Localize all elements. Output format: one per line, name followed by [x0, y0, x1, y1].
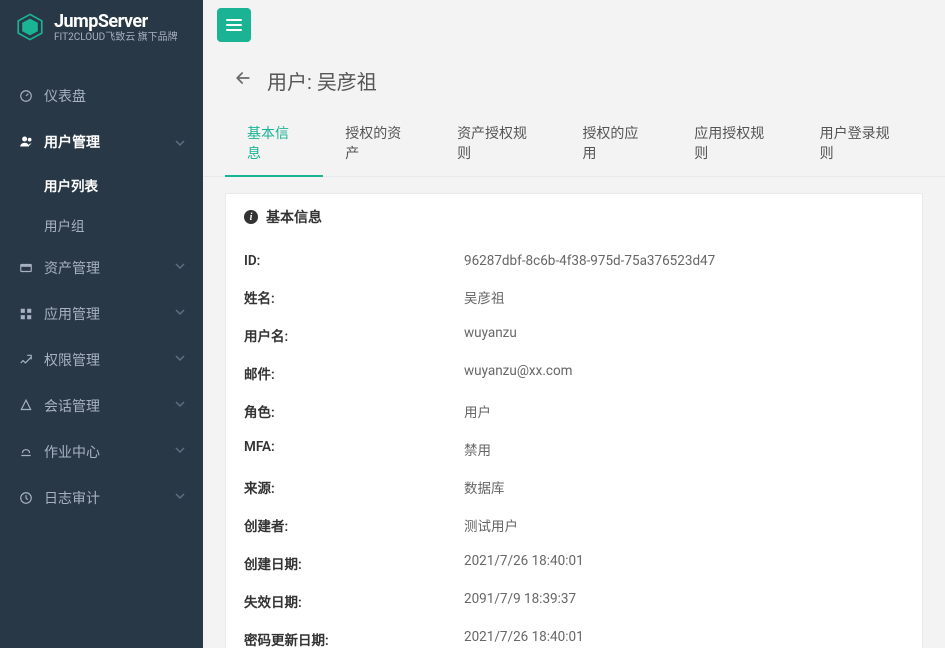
card-title: 基本信息	[266, 207, 322, 227]
asset-icon	[18, 261, 34, 275]
permission-icon	[18, 353, 34, 367]
info-value: wuyanzu	[464, 325, 517, 345]
job-icon	[18, 445, 34, 459]
info-label: 角色:	[244, 401, 464, 421]
brand-subtitle: FIT2CLOUD飞致云 旗下品牌	[54, 32, 178, 43]
tab-basic-info[interactable]: 基本信息	[225, 113, 323, 177]
info-value: 数据库	[464, 477, 505, 497]
info-row-role: 角色: 用户	[244, 392, 904, 430]
info-row-creator: 创建者: 测试用户	[244, 506, 904, 544]
info-row-email: 邮件: wuyanzu@xx.com	[244, 354, 904, 392]
sidebar-item-dashboard[interactable]: 仪表盘	[0, 73, 203, 119]
tab-granted-apps[interactable]: 授权的应用	[560, 113, 672, 177]
sidebar-subitem-user-group[interactable]: 用户组	[0, 205, 203, 245]
info-row-username: 用户名: wuyanzu	[244, 316, 904, 354]
info-label: 姓名:	[244, 287, 464, 307]
chevron-down-icon	[175, 353, 185, 366]
info-row-id: ID: 96287dbf-8c6b-4f38-975d-75a376523d47	[244, 244, 904, 278]
info-value: 测试用户	[464, 515, 518, 535]
brand-logo-area[interactable]: JumpServer FIT2CLOUD飞致云 旗下品牌	[0, 0, 203, 53]
content-area: i 基本信息 ID: 96287dbf-8c6b-4f38-975d-75a37…	[203, 177, 945, 648]
tab-asset-perm-rules[interactable]: 资产授权规则	[435, 113, 560, 177]
users-icon	[18, 134, 34, 149]
info-value: 96287dbf-8c6b-4f38-975d-75a376523d47	[464, 253, 715, 269]
sidebar-item-session-mgmt[interactable]: 会话管理	[0, 383, 203, 429]
card-body: ID: 96287dbf-8c6b-4f38-975d-75a376523d47…	[226, 240, 922, 648]
info-label: MFA:	[244, 439, 464, 459]
tab-app-perm-rules[interactable]: 应用授权规则	[672, 113, 797, 177]
info-value: 2091/7/9 18:39:37	[464, 591, 576, 611]
sidebar-nav: 仪表盘 用户管理 用户列表 用户组 资产管理	[0, 53, 203, 521]
dashboard-icon	[18, 89, 34, 103]
tab-login-rules[interactable]: 用户登录规则	[798, 113, 923, 177]
chevron-down-icon	[175, 399, 185, 412]
sidebar-item-log-audit[interactable]: 日志审计	[0, 475, 203, 521]
info-row-date-expired: 失效日期: 2091/7/9 18:39:37	[244, 582, 904, 620]
info-row-name: 姓名: 吴彦祖	[244, 278, 904, 316]
sidebar-item-job-center[interactable]: 作业中心	[0, 429, 203, 475]
info-value: wuyanzu@xx.com	[464, 363, 573, 383]
info-label: 创建日期:	[244, 553, 464, 573]
page-title: 用户: 吴彦祖	[267, 66, 377, 95]
chevron-down-icon	[175, 491, 185, 504]
back-arrow-button[interactable]	[233, 68, 253, 93]
info-label: 创建者:	[244, 515, 464, 535]
topbar	[203, 0, 945, 50]
info-row-date-created: 创建日期: 2021/7/26 18:40:01	[244, 544, 904, 582]
info-icon: i	[244, 210, 258, 224]
hamburger-icon	[226, 19, 242, 31]
info-label: ID:	[244, 253, 464, 269]
card-header: i 基本信息	[226, 194, 922, 240]
basic-info-card: i 基本信息 ID: 96287dbf-8c6b-4f38-975d-75a37…	[225, 193, 923, 648]
info-label: 密码更新日期:	[244, 629, 464, 648]
info-label: 用户名:	[244, 325, 464, 345]
info-value: 2021/7/26 18:40:01	[464, 629, 584, 648]
info-row-source: 来源: 数据库	[244, 468, 904, 506]
info-label: 失效日期:	[244, 591, 464, 611]
jumpserver-logo-icon	[16, 13, 44, 41]
chevron-down-icon	[175, 445, 185, 458]
info-row-date-password-updated: 密码更新日期: 2021/7/26 18:40:01	[244, 620, 904, 648]
chevron-down-icon	[175, 261, 185, 274]
menu-toggle-button[interactable]	[217, 8, 251, 42]
sidebar-item-perm-mgmt[interactable]: 权限管理	[0, 337, 203, 383]
session-icon	[18, 399, 34, 413]
brand-title: JumpServer	[54, 12, 178, 32]
info-value: 吴彦祖	[464, 287, 505, 307]
info-value: 禁用	[464, 439, 491, 459]
log-icon	[18, 491, 34, 505]
sidebar-item-app-mgmt[interactable]: 应用管理	[0, 291, 203, 337]
chevron-up-icon	[175, 135, 185, 148]
sidebar-item-user-mgmt[interactable]: 用户管理	[0, 119, 203, 165]
tabs: 基本信息 授权的资产 资产授权规则 授权的应用 应用授权规则 用户登录规则	[203, 95, 945, 177]
tab-granted-assets[interactable]: 授权的资产	[323, 113, 435, 177]
apps-icon	[18, 307, 34, 321]
sidebar-item-asset-mgmt[interactable]: 资产管理	[0, 245, 203, 291]
sidebar-subitem-user-list[interactable]: 用户列表	[0, 165, 203, 205]
info-value: 2021/7/26 18:40:01	[464, 553, 584, 573]
info-label: 来源:	[244, 477, 464, 497]
page-header: 用户: 吴彦祖	[203, 50, 945, 95]
info-row-mfa: MFA: 禁用	[244, 430, 904, 468]
chevron-down-icon	[175, 307, 185, 320]
sidebar: JumpServer FIT2CLOUD飞致云 旗下品牌 仪表盘 用户管理 用户…	[0, 0, 203, 648]
main-content: 用户: 吴彦祖 基本信息 授权的资产 资产授权规则 授权的应用 应用授权规则 用…	[203, 0, 945, 648]
info-label: 邮件:	[244, 363, 464, 383]
info-value: 用户	[464, 401, 491, 421]
